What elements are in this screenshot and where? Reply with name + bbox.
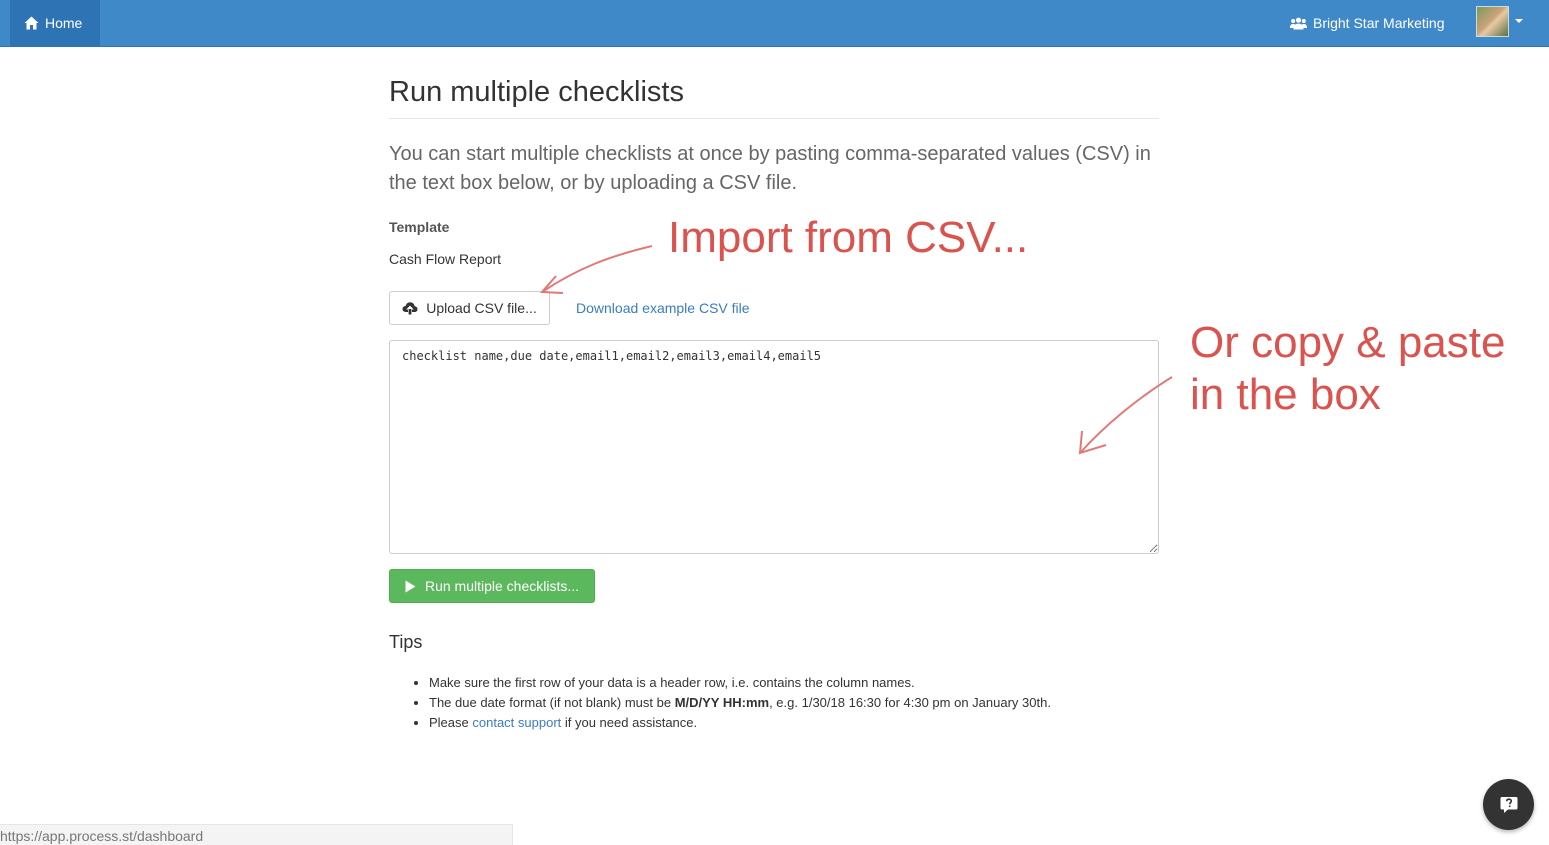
cloud-upload-icon xyxy=(402,302,418,315)
tips-heading: Tips xyxy=(389,632,423,652)
annotation-paste-line1: Or copy & paste xyxy=(1190,318,1506,367)
title-divider xyxy=(389,118,1159,119)
template-label: Template xyxy=(389,219,450,235)
date-format: M/D/YY HH:mm xyxy=(674,695,770,710)
page-title: Run multiple checklists xyxy=(389,76,684,108)
users-icon xyxy=(1290,17,1307,29)
tip-text: if you need assistance. xyxy=(561,715,698,730)
tip-text: Please xyxy=(429,715,473,730)
tip-text: The due date format (if not blank) must … xyxy=(429,695,675,710)
download-example-link[interactable]: Download example CSV file xyxy=(576,300,750,316)
tip-text: , e.g. 1/30/18 16:30 for 4:30 pm on Janu… xyxy=(769,695,1051,710)
annotation-paste-line2: in the box xyxy=(1190,370,1381,419)
tip-support: Please contact support if you need assis… xyxy=(429,713,1189,733)
run-button-label: Run multiple checklists... xyxy=(424,578,580,594)
help-button[interactable] xyxy=(1483,779,1534,830)
upload-csv-button[interactable]: Upload CSV file... xyxy=(389,291,550,325)
user-avatar[interactable] xyxy=(1476,6,1509,37)
home-icon xyxy=(24,16,39,30)
upload-csv-label: Upload CSV file... xyxy=(426,300,537,316)
tip-text: Make sure the first row of your data is … xyxy=(429,675,915,690)
contact-support-link[interactable]: contact support xyxy=(472,715,561,730)
top-navbar: Home Bright Star Marketing xyxy=(0,0,1549,47)
play-icon xyxy=(405,580,416,592)
status-bar-url: https://app.process.st/dashboard xyxy=(0,824,513,845)
annotation-import: Import from CSV... xyxy=(668,213,1029,262)
nav-home-link[interactable]: Home xyxy=(10,0,100,46)
run-multiple-checklists-button[interactable]: Run multiple checklists... xyxy=(389,569,595,603)
template-name: Cash Flow Report xyxy=(389,251,502,267)
nav-home-label: Home xyxy=(45,15,83,31)
tip-due-date: The due date format (if not blank) must … xyxy=(429,693,1189,713)
caret-down-icon[interactable] xyxy=(1515,19,1523,23)
tips-list: Make sure the first row of your data is … xyxy=(389,673,1189,733)
page-description: You can start multiple checklists at onc… xyxy=(389,143,1151,194)
csv-textarea[interactable] xyxy=(389,340,1159,554)
question-icon xyxy=(1500,796,1517,813)
org-switcher[interactable]: Bright Star Marketing xyxy=(1290,0,1445,46)
tip-header-row: Make sure the first row of your data is … xyxy=(429,673,1189,693)
org-name: Bright Star Marketing xyxy=(1313,15,1445,31)
arrow-to-upload xyxy=(541,245,653,293)
